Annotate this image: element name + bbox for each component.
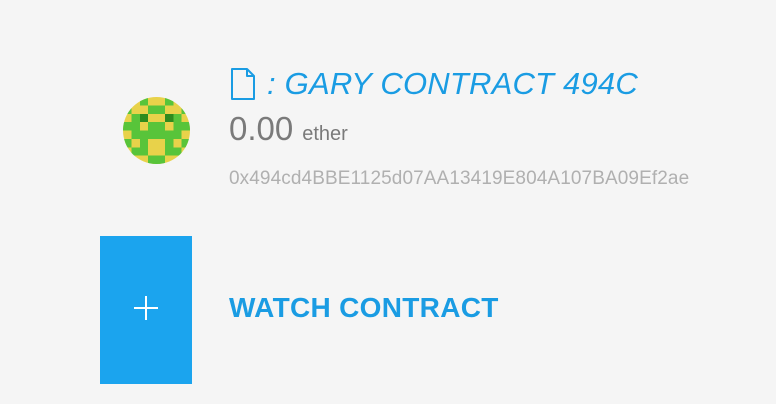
contract-entry[interactable]: : GARY CONTRACT 494C 0.00 ether 0x494cd4… [0,0,776,220]
balance-unit: ether [302,123,348,145]
plus-icon [133,295,159,326]
watch-contract-button[interactable] [100,236,192,384]
contract-identicon [123,97,190,164]
watch-contract-link[interactable]: WATCH CONTRACT [229,292,499,324]
balance-value: 0.00 [229,110,294,147]
watch-contract-row[interactable]: WATCH CONTRACT [0,236,776,384]
contract-balance: 0.00 ether [229,110,348,154]
contract-title[interactable]: : GARY CONTRACT 494C [229,64,638,104]
contract-address: 0x494cd4BBE1125d07AA13419E804A107BA09Ef2… [229,168,690,189]
contract-name[interactable]: : GARY CONTRACT 494C [267,66,638,102]
document-icon [229,67,257,101]
